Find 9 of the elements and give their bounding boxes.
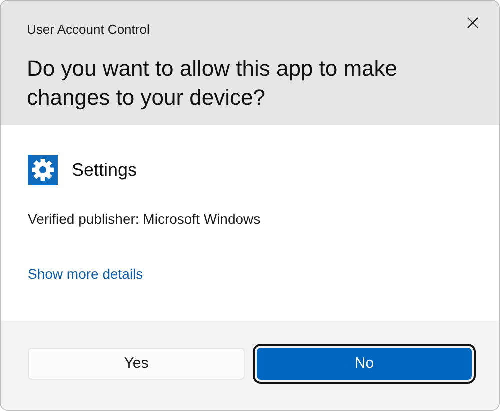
dialog-question: Do you want to allow this app to make changes to your device? — [27, 54, 399, 112]
publisher-text: Verified publisher: Microsoft Windows — [28, 210, 261, 229]
app-name: Settings — [72, 158, 138, 182]
dialog-button[interactable]: Yes — [28, 348, 245, 380]
details-link[interactable]: Show more details — [28, 264, 144, 285]
gear-icon — [28, 155, 58, 185]
close-icon — [467, 17, 479, 29]
dialog-button[interactable]: No — [257, 348, 472, 380]
window-title: User Account Control — [27, 21, 150, 39]
